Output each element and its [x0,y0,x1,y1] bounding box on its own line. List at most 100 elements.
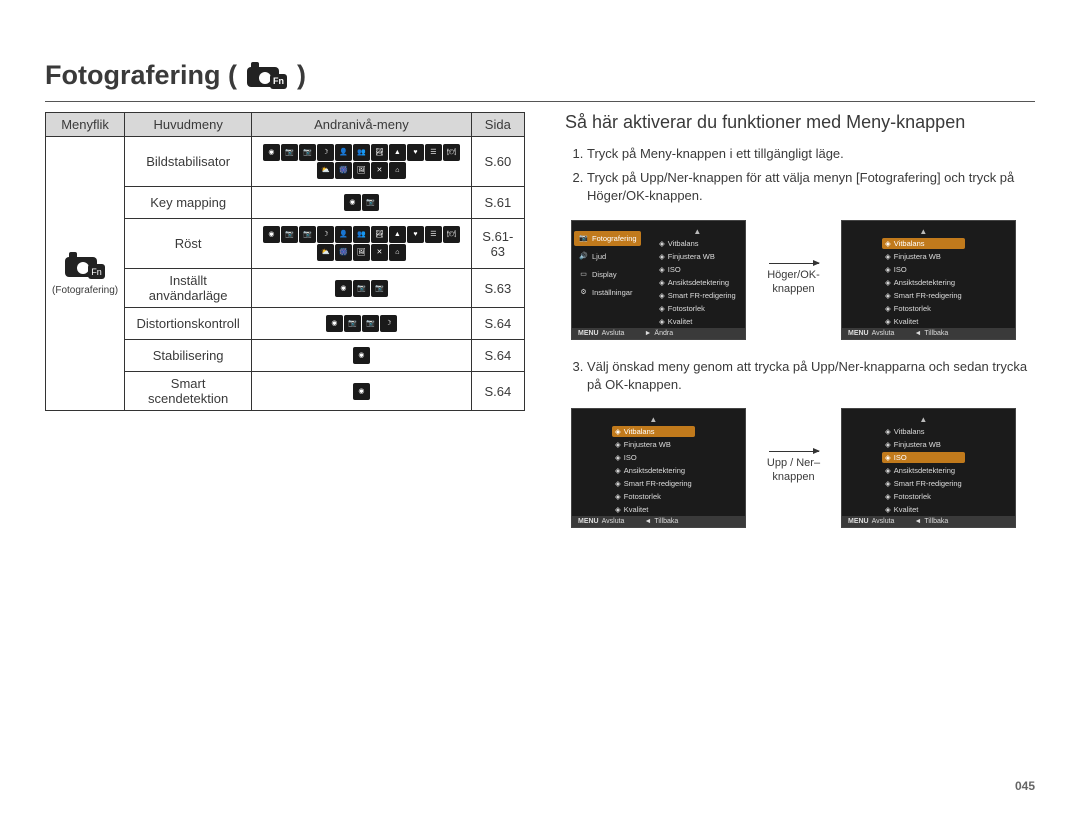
mode-icon: ☽ [380,315,397,332]
screen-option: ◈ISO [882,452,965,463]
option-icon: ◈ [885,505,891,514]
screen-option: ◈Vitbalans [882,238,965,249]
option-icon: ◈ [659,317,665,326]
mode-icon: ◉ [263,144,280,161]
footer-right: ► Ändra [644,330,673,337]
mode-icon: ✕ [371,244,388,261]
screen-option: ◈Vitbalans [882,426,965,437]
chevron-up-icon: ▲ [612,415,695,424]
camera-fn-icon: Fn [247,61,287,91]
menu-name-cell: Stabilisering [125,340,252,372]
screen-tab: 🔊Ljud [574,249,641,264]
menu-name-cell: Distortionskontroll [125,308,252,340]
mode-icon: ♥ [407,226,424,243]
screen-option: ◈ISO [656,264,739,275]
screen-option: ◈Fotostorlek [656,303,739,314]
arrow-right-icon [769,451,819,452]
mode-icons-cell: ◉📷📷 [252,269,472,308]
mode-icon: ◉ [344,194,361,211]
mode-icon: ⛅ [317,244,334,261]
mode-icon: ⌂ [389,162,406,179]
mode-icons-cell: ◉📷📷☽👤👥🏞▲♥☰🍽⛅🎆🖼✕⌂ [252,137,472,187]
option-icon: ◈ [885,466,891,475]
camera-fn-icon: Fn [65,251,105,281]
mode-icon: 📷 [362,315,379,332]
option-icon: ◈ [885,492,891,501]
screen-option: ◈Fotostorlek [612,491,695,502]
menu-name-cell: Bildstabilisator [125,137,252,187]
footer-right: ◄ Tillbaka [644,518,678,525]
mode-icon: 🏞 [371,144,388,161]
step-1: Tryck på Meny-knappen i ett tillgängligt… [587,145,1035,163]
screen-tab: ▭Display [574,267,641,282]
screen-option: ◈Smart FR-redigering [612,478,695,489]
option-icon: ◈ [615,427,621,436]
table-row: Fn(Fotografering)Bildstabilisator◉📷📷☽👤👥🏞… [46,137,525,187]
page-ref-cell: S.61-63 [471,219,524,269]
option-icon: ◈ [615,453,621,462]
option-icon: ◈ [885,252,891,261]
option-icon: ◈ [885,265,891,274]
option-icon: ◈ [885,317,891,326]
title-prefix: Fotografering ( [45,60,237,91]
screen-option: ◈ISO [612,452,695,463]
mode-icon: 📷 [281,226,298,243]
page-ref-cell: S.61 [471,187,524,219]
screen-option: ◈Finjustera WB [612,439,695,450]
option-icon: ◈ [885,291,891,300]
mode-icon: 🎆 [335,162,352,179]
footer-left: MENU Avsluta [578,330,624,337]
mode-icon: 👤 [335,226,352,243]
mode-icon: 🎆 [335,244,352,261]
mode-icon: 👥 [353,144,370,161]
mode-icons-cell: ◉📷 [252,187,472,219]
mode-icon: 📷 [299,144,316,161]
mode-icon: ☰ [425,226,442,243]
mode-icon: ◉ [353,347,370,364]
th-huvudmeny: Huvudmeny [125,113,252,137]
arrow-right-icon [769,263,819,264]
mode-icon: ☽ [317,226,334,243]
mode-icon: ▲ [389,226,406,243]
screen-option: ◈Fotostorlek [882,491,965,502]
option-icon: ◈ [659,252,665,261]
screen-option: ◈Kvalitet [612,504,695,515]
menu-name-cell: Röst [125,219,252,269]
screen-option: ◈ISO [882,264,965,275]
mode-icon: 📷 [371,280,388,297]
screen-option: ◈Smart FR-redigering [656,290,739,301]
mode-icon: ◉ [353,383,370,400]
option-icon: ◈ [659,304,665,313]
screen-option: ◈Finjustera WB [656,251,739,262]
mode-icon: 👤 [335,144,352,161]
mode-icon: 📷 [299,226,316,243]
option-icon: ◈ [615,505,621,514]
th-andraniva: Andranivå-meny [252,113,472,137]
mode-icon: ⌂ [389,244,406,261]
footer-left: MENU Avsluta [578,518,624,525]
steps-list: Tryck på Meny-knappen i ett tillgängligt… [565,145,1035,206]
option-icon: ◈ [885,304,891,313]
camera-screen-4: ▲◈Vitbalans◈Finjustera WB◈ISO◈Ansiktsdet… [841,408,1016,528]
mode-icon: ♥ [407,144,424,161]
mode-icon: ◉ [326,315,343,332]
option-icon: ◈ [659,265,665,274]
camera-screen-1: 📷Fotografering🔊Ljud▭Display⚙Inställninga… [571,220,746,340]
footer-right: ◄ Tillbaka [914,518,948,525]
page-ref-cell: S.64 [471,340,524,372]
mode-icons-cell: ◉📷📷☽ [252,308,472,340]
footer-left: MENU Avsluta [848,330,894,337]
step-2: Tryck på Upp/Ner-knappen för att välja m… [587,169,1035,205]
option-icon: ◈ [885,453,891,462]
option-icon: ◈ [615,492,621,501]
option-icon: ◈ [885,427,891,436]
screen-option: ◈Vitbalans [656,238,739,249]
screen-option: ◈Vitbalans [612,426,695,437]
screen-option: ◈Ansiktsdetektering [656,277,739,288]
page-ref-cell: S.64 [471,372,524,411]
mode-icons-cell: ◉ [252,372,472,411]
page-title: Fotografering ( Fn ) [45,60,1035,102]
option-icon: ◈ [659,278,665,287]
screen-tab: ⚙Inställningar [574,285,641,300]
mode-icon: 📷 [281,144,298,161]
